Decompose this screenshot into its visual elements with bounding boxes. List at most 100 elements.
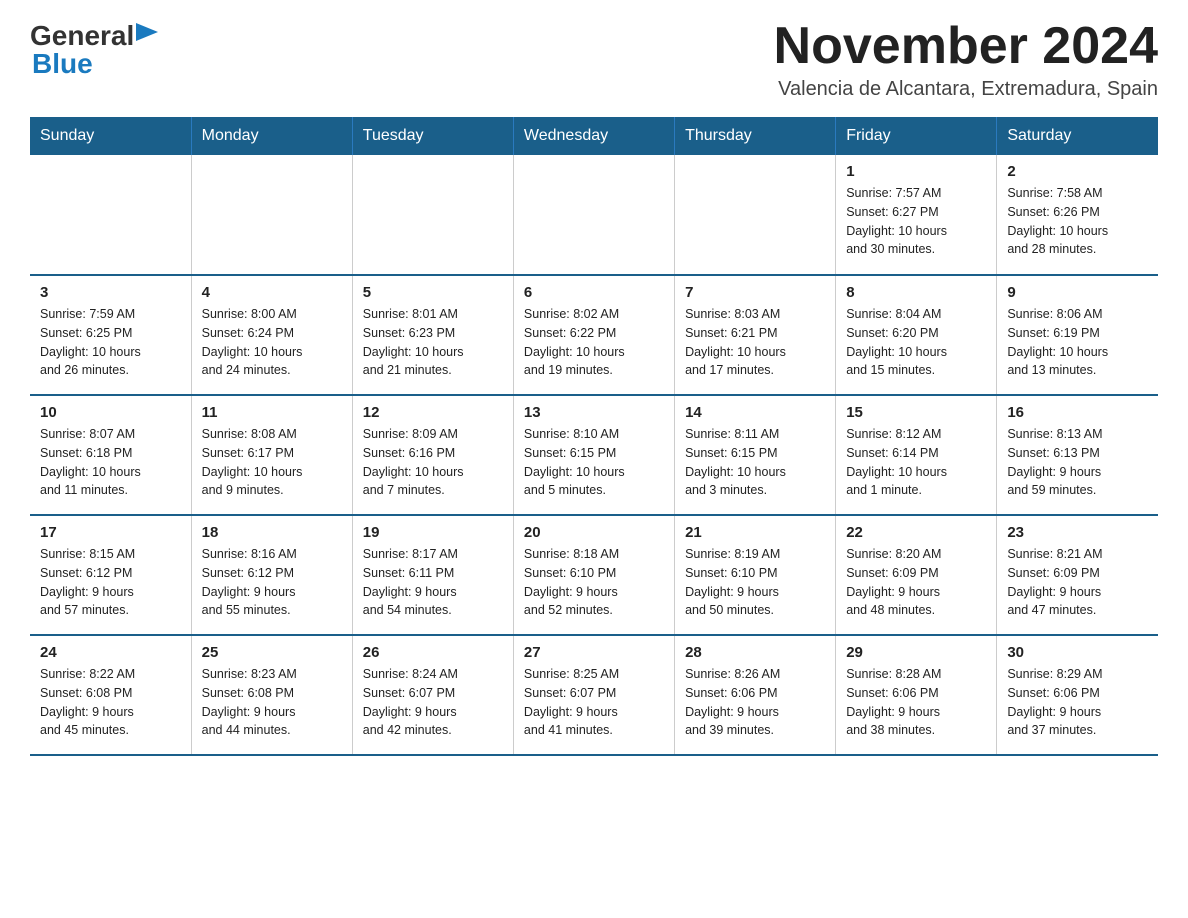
calendar-cell (30, 155, 191, 275)
calendar-cell: 26 Sunrise: 8:24 AM Sunset: 6:07 PM Dayli… (352, 635, 513, 755)
day-number: 30 (1007, 644, 1148, 661)
calendar-header-row: SundayMondayTuesdayWednesdayThursdayFrid… (30, 117, 1158, 155)
calendar-cell: 8 Sunrise: 8:04 AM Sunset: 6:20 PM Daylig… (836, 275, 997, 395)
day-number: 25 (202, 644, 342, 661)
logo-arrow-icon (136, 23, 158, 41)
day-number: 13 (524, 404, 664, 421)
calendar-week-row: 17 Sunrise: 8:15 AM Sunset: 6:12 PM Dayli… (30, 515, 1158, 635)
day-info: Sunrise: 8:24 AM Sunset: 6:07 PM Dayligh… (363, 665, 503, 740)
day-number: 10 (40, 404, 181, 421)
day-info: Sunrise: 8:16 AM Sunset: 6:12 PM Dayligh… (202, 545, 342, 620)
day-number: 1 (846, 163, 986, 180)
header-tuesday: Tuesday (352, 117, 513, 155)
header-saturday: Saturday (997, 117, 1158, 155)
day-number: 12 (363, 404, 503, 421)
calendar-cell: 7 Sunrise: 8:03 AM Sunset: 6:21 PM Daylig… (675, 275, 836, 395)
calendar-table: SundayMondayTuesdayWednesdayThursdayFrid… (30, 117, 1158, 756)
header-sunday: Sunday (30, 117, 191, 155)
calendar-week-row: 3Sunrise: 7:59 AM Sunset: 6:25 PM Daylig… (30, 275, 1158, 395)
day-info: Sunrise: 8:02 AM Sunset: 6:22 PM Dayligh… (524, 305, 664, 380)
day-info: Sunrise: 8:06 AM Sunset: 6:19 PM Dayligh… (1007, 305, 1148, 380)
day-number: 27 (524, 644, 664, 661)
day-number: 24 (40, 644, 181, 661)
day-number: 14 (685, 404, 825, 421)
day-number: 22 (846, 524, 986, 541)
day-number: 5 (363, 284, 503, 301)
day-info: Sunrise: 8:25 AM Sunset: 6:07 PM Dayligh… (524, 665, 664, 740)
calendar-cell: 10 Sunrise: 8:07 AM Sunset: 6:18 PM Dayli… (30, 395, 191, 515)
day-number: 28 (685, 644, 825, 661)
day-info: Sunrise: 8:08 AM Sunset: 6:17 PM Dayligh… (202, 425, 342, 500)
day-info: Sunrise: 8:18 AM Sunset: 6:10 PM Dayligh… (524, 545, 664, 620)
day-info: Sunrise: 8:20 AM Sunset: 6:09 PM Dayligh… (846, 545, 986, 620)
day-info: Sunrise: 8:26 AM Sunset: 6:06 PM Dayligh… (685, 665, 825, 740)
calendar-week-row: 1 Sunrise: 7:57 AM Sunset: 6:27 PM Daylig… (30, 155, 1158, 275)
logo-blue: Blue (32, 48, 93, 80)
calendar-cell (352, 155, 513, 275)
day-number: 29 (846, 644, 986, 661)
day-info: Sunrise: 8:03 AM Sunset: 6:21 PM Dayligh… (685, 305, 825, 380)
calendar-cell: 16 Sunrise: 8:13 AM Sunset: 6:13 PM Dayli… (997, 395, 1158, 515)
calendar-cell: 15 Sunrise: 8:12 AM Sunset: 6:14 PM Dayli… (836, 395, 997, 515)
day-number: 11 (202, 404, 342, 421)
day-info: Sunrise: 8:12 AM Sunset: 6:14 PM Dayligh… (846, 425, 986, 500)
month-title: November 2024 (774, 20, 1158, 72)
calendar-cell: 6 Sunrise: 8:02 AM Sunset: 6:22 PM Daylig… (513, 275, 674, 395)
day-number: 19 (363, 524, 503, 541)
day-info: Sunrise: 8:21 AM Sunset: 6:09 PM Dayligh… (1007, 545, 1148, 620)
calendar-cell: 13 Sunrise: 8:10 AM Sunset: 6:15 PM Dayli… (513, 395, 674, 515)
header-monday: Monday (191, 117, 352, 155)
day-info: Sunrise: 8:19 AM Sunset: 6:10 PM Dayligh… (685, 545, 825, 620)
day-number: 18 (202, 524, 342, 541)
day-info: Sunrise: 8:07 AM Sunset: 6:18 PM Dayligh… (40, 425, 181, 500)
logo: General Blue (30, 20, 158, 80)
day-info: Sunrise: 7:59 AM Sunset: 6:25 PM Dayligh… (40, 305, 181, 380)
calendar-cell (191, 155, 352, 275)
calendar-cell: 24 Sunrise: 8:22 AM Sunset: 6:08 PM Dayli… (30, 635, 191, 755)
day-info: Sunrise: 8:13 AM Sunset: 6:13 PM Dayligh… (1007, 425, 1148, 500)
calendar-cell: 5 Sunrise: 8:01 AM Sunset: 6:23 PM Daylig… (352, 275, 513, 395)
header-wednesday: Wednesday (513, 117, 674, 155)
day-info: Sunrise: 8:09 AM Sunset: 6:16 PM Dayligh… (363, 425, 503, 500)
calendar-cell: 3Sunrise: 7:59 AM Sunset: 6:25 PM Daylig… (30, 275, 191, 395)
day-number: 6 (524, 284, 664, 301)
day-number: 2 (1007, 163, 1148, 180)
day-info: Sunrise: 8:10 AM Sunset: 6:15 PM Dayligh… (524, 425, 664, 500)
day-number: 15 (846, 404, 986, 421)
day-info: Sunrise: 7:57 AM Sunset: 6:27 PM Dayligh… (846, 184, 986, 259)
page-header: General Blue November 2024 Valencia de A… (30, 20, 1158, 101)
day-number: 7 (685, 284, 825, 301)
day-info: Sunrise: 8:22 AM Sunset: 6:08 PM Dayligh… (40, 665, 181, 740)
day-number: 16 (1007, 404, 1148, 421)
calendar-cell: 19 Sunrise: 8:17 AM Sunset: 6:11 PM Dayli… (352, 515, 513, 635)
calendar-cell (675, 155, 836, 275)
calendar-cell: 4 Sunrise: 8:00 AM Sunset: 6:24 PM Daylig… (191, 275, 352, 395)
day-number: 8 (846, 284, 986, 301)
day-number: 23 (1007, 524, 1148, 541)
calendar-cell: 22 Sunrise: 8:20 AM Sunset: 6:09 PM Dayli… (836, 515, 997, 635)
day-number: 20 (524, 524, 664, 541)
day-info: Sunrise: 8:00 AM Sunset: 6:24 PM Dayligh… (202, 305, 342, 380)
calendar-cell: 21Sunrise: 8:19 AM Sunset: 6:10 PM Dayli… (675, 515, 836, 635)
header-friday: Friday (836, 117, 997, 155)
day-info: Sunrise: 8:15 AM Sunset: 6:12 PM Dayligh… (40, 545, 181, 620)
calendar-cell: 12 Sunrise: 8:09 AM Sunset: 6:16 PM Dayli… (352, 395, 513, 515)
day-info: Sunrise: 8:29 AM Sunset: 6:06 PM Dayligh… (1007, 665, 1148, 740)
calendar-cell: 27 Sunrise: 8:25 AM Sunset: 6:07 PM Dayli… (513, 635, 674, 755)
day-number: 17 (40, 524, 181, 541)
day-info: Sunrise: 8:28 AM Sunset: 6:06 PM Dayligh… (846, 665, 986, 740)
calendar-cell: 20 Sunrise: 8:18 AM Sunset: 6:10 PM Dayli… (513, 515, 674, 635)
day-number: 9 (1007, 284, 1148, 301)
day-number: 26 (363, 644, 503, 661)
location: Valencia de Alcantara, Extremadura, Spai… (774, 78, 1158, 101)
day-number: 4 (202, 284, 342, 301)
calendar-week-row: 24 Sunrise: 8:22 AM Sunset: 6:08 PM Dayli… (30, 635, 1158, 755)
calendar-cell: 14Sunrise: 8:11 AM Sunset: 6:15 PM Dayli… (675, 395, 836, 515)
day-info: Sunrise: 8:01 AM Sunset: 6:23 PM Dayligh… (363, 305, 503, 380)
calendar-cell: 25Sunrise: 8:23 AM Sunset: 6:08 PM Dayli… (191, 635, 352, 755)
calendar-cell: 28 Sunrise: 8:26 AM Sunset: 6:06 PM Dayli… (675, 635, 836, 755)
calendar-cell: 1 Sunrise: 7:57 AM Sunset: 6:27 PM Daylig… (836, 155, 997, 275)
calendar-cell: 17 Sunrise: 8:15 AM Sunset: 6:12 PM Dayli… (30, 515, 191, 635)
day-info: Sunrise: 8:17 AM Sunset: 6:11 PM Dayligh… (363, 545, 503, 620)
day-info: Sunrise: 8:04 AM Sunset: 6:20 PM Dayligh… (846, 305, 986, 380)
